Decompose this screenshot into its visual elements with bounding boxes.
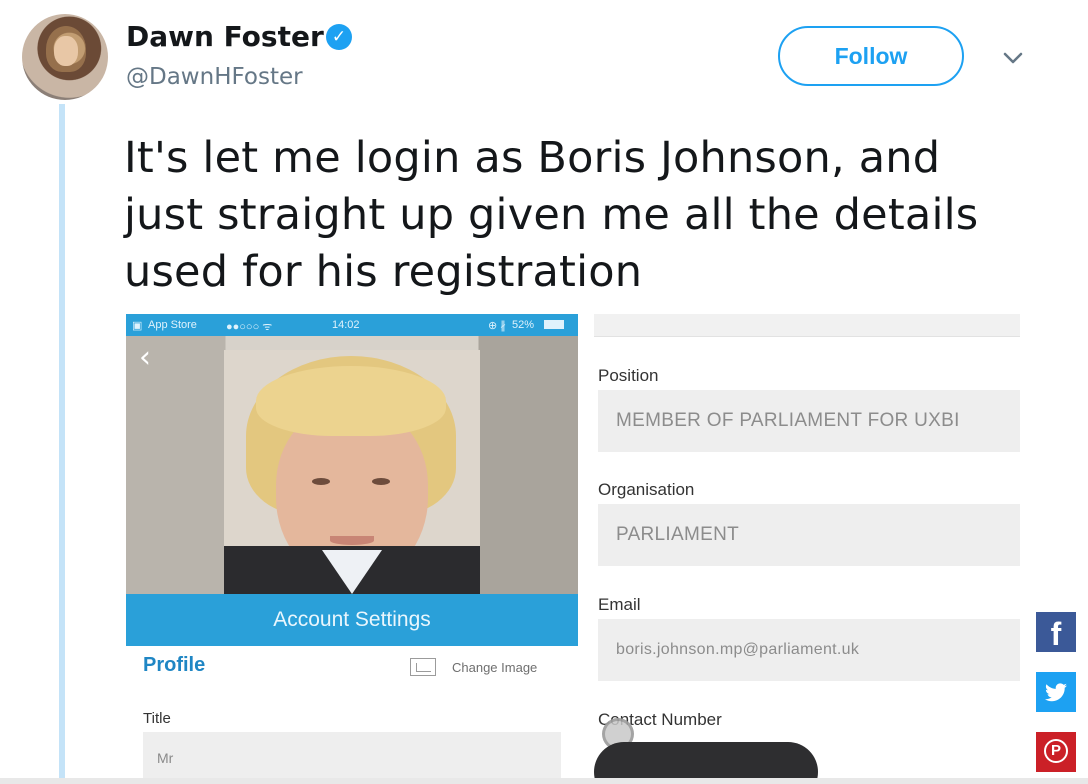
- email-field[interactable]: boris.johnson.mp@parliament.uk: [598, 619, 1020, 681]
- status-bar: ▣ App Store ●●○○○ ᯤ 14:02 ⊕ ∦ 52%: [126, 314, 578, 336]
- app-store-icon: ▣: [132, 320, 143, 332]
- bottom-divider: [0, 778, 1088, 784]
- author-avatar[interactable]: [22, 14, 108, 100]
- email-label: Email: [598, 595, 641, 614]
- facebook-icon: f: [1050, 616, 1062, 652]
- change-image-label: Change Image: [452, 660, 538, 675]
- facebook-share-button[interactable]: f: [1036, 612, 1076, 652]
- pinterest-icon: P: [1044, 739, 1068, 763]
- profile-photo: [126, 336, 578, 594]
- twitter-bird-icon: [1045, 683, 1067, 702]
- follow-button[interactable]: Follow: [778, 26, 964, 86]
- profile-heading: Profile: [143, 654, 206, 676]
- verified-badge-icon: ✓: [326, 24, 352, 50]
- tweet-text: It's let me login as Boris Johnson, and …: [124, 133, 979, 297]
- attached-image-left[interactable]: ▣ App Store ●●○○○ ᯤ 14:02 ⊕ ∦ 52% ‹ Acco…: [126, 314, 578, 784]
- account-settings-bar[interactable]: Account Settings: [126, 594, 578, 646]
- title-field[interactable]: Mr: [143, 732, 561, 784]
- organisation-field[interactable]: PARLIAMENT: [598, 504, 1020, 566]
- pinterest-share-button[interactable]: P: [1036, 732, 1076, 772]
- chevron-down-icon[interactable]: [998, 46, 1028, 70]
- author-handle[interactable]: @DawnHFoster: [126, 64, 303, 90]
- battery-icon: [544, 320, 564, 329]
- top-strip: [594, 314, 1020, 337]
- back-chevron-icon[interactable]: ‹: [126, 336, 164, 380]
- author-name[interactable]: Dawn Foster: [126, 20, 324, 53]
- image-icon: [410, 658, 436, 676]
- status-battery: 52%: [512, 319, 535, 331]
- position-field[interactable]: MEMBER OF PARLIAMENT FOR UXBI: [598, 390, 1020, 452]
- status-time: 14:02: [332, 319, 360, 331]
- thread-line: [59, 104, 65, 784]
- twitter-share-button[interactable]: [1036, 672, 1076, 712]
- organisation-label: Organisation: [598, 480, 695, 499]
- title-label: Title: [143, 710, 171, 727]
- status-carrier: App Store: [148, 319, 197, 331]
- attached-image-right[interactable]: Position MEMBER OF PARLIAMENT FOR UXBI O…: [594, 314, 1020, 784]
- position-label: Position: [598, 366, 659, 385]
